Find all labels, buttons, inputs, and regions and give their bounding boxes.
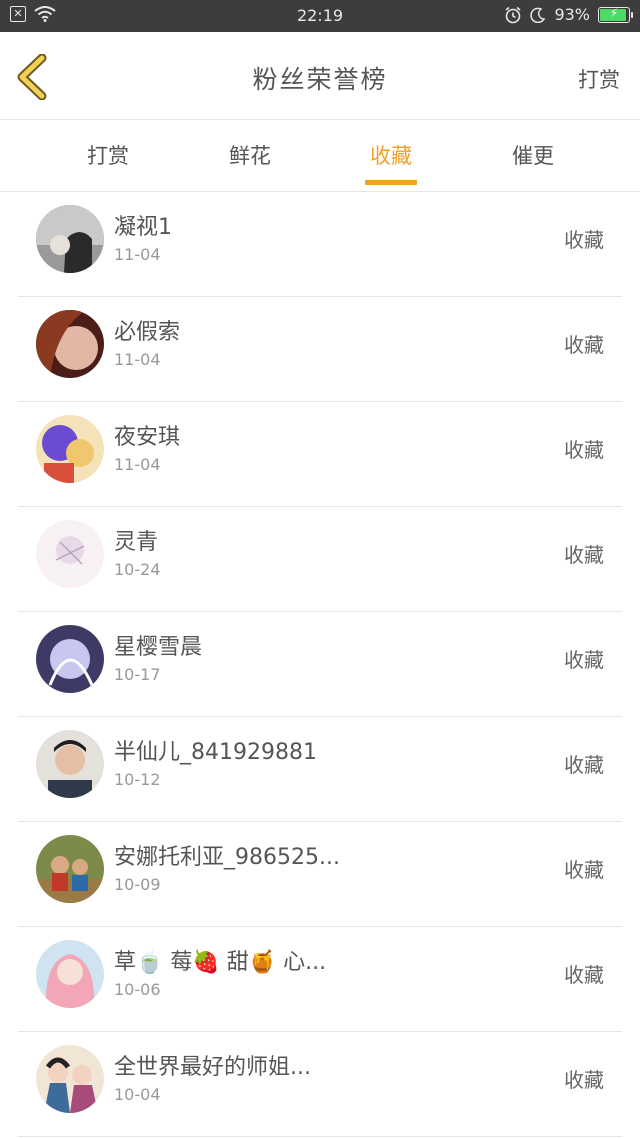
fan-tag: 收藏: [564, 228, 604, 252]
fan-name: 必假索: [114, 320, 181, 345]
battery-icon: ⚡: [598, 5, 633, 23]
list-item[interactable]: 必假索 11-04 收藏: [18, 297, 622, 402]
fan-date: 10-06: [114, 980, 161, 999]
list-item[interactable]: 全世界最好的师姐... 10-04 收藏: [18, 1032, 622, 1137]
list-item[interactable]: 凝视1 11-04 收藏: [18, 192, 622, 297]
list-item[interactable]: 安娜托利亚_986525... 10-09 收藏: [18, 822, 622, 927]
tab-favorites[interactable]: 收藏: [351, 140, 431, 170]
fan-name: 安娜托利亚_986525...: [114, 845, 340, 870]
fan-name: 夜安琪: [114, 425, 181, 450]
reward-button[interactable]: 打赏: [578, 64, 620, 94]
avatar: [36, 835, 104, 903]
page-title: 粉丝荣誉榜: [252, 65, 388, 94]
list-item[interactable]: 草🍵 莓🍓 甜🍯 心... 10-06 收藏: [18, 927, 622, 1032]
fan-date: 10-17: [114, 665, 161, 684]
tab-reward[interactable]: 打赏: [68, 140, 148, 170]
fan-tag: 收藏: [564, 648, 604, 672]
avatar: [36, 1045, 104, 1113]
moon-icon: [530, 7, 546, 23]
avatar: [36, 415, 104, 483]
tab-flowers[interactable]: 鲜花: [210, 140, 290, 170]
fan-tag: 收藏: [564, 1068, 604, 1092]
avatar: [36, 520, 104, 588]
tab-bar: 打赏 鲜花 收藏 催更: [0, 120, 640, 192]
fan-tag: 收藏: [564, 438, 604, 462]
fan-tag: 收藏: [564, 858, 604, 882]
fan-date: 10-12: [114, 770, 161, 789]
battery-percent: 93%: [554, 5, 590, 24]
list-item[interactable]: 星樱雪晨 10-17 收藏: [18, 612, 622, 717]
nav-header: 粉丝荣誉榜 打赏: [0, 32, 640, 120]
fan-tag: 收藏: [564, 963, 604, 987]
status-bar: ✕ 22:19 93% ⚡: [0, 0, 640, 32]
fan-tag: 收藏: [564, 753, 604, 777]
fan-date: 10-24: [114, 560, 161, 579]
fan-name: 半仙儿_841929881: [114, 740, 317, 765]
list-item[interactable]: 半仙儿_841929881 10-12 收藏: [18, 717, 622, 822]
fan-list: 凝视1 11-04 收藏 必假索 11-04 收藏 夜安琪 11-04 收藏 灵…: [0, 192, 640, 1137]
fan-tag: 收藏: [564, 333, 604, 357]
active-tab-indicator: [365, 180, 417, 185]
avatar: [36, 310, 104, 378]
fan-date: 10-09: [114, 875, 161, 894]
list-item[interactable]: 夜安琪 11-04 收藏: [18, 402, 622, 507]
fan-name: 全世界最好的师姐...: [114, 1055, 311, 1080]
charging-icon: ⚡: [609, 5, 619, 20]
fan-name: 灵青: [114, 530, 159, 555]
alarm-icon: [505, 6, 521, 23]
fan-name: 凝视1: [114, 215, 172, 240]
list-item[interactable]: 灵青 10-24 收藏: [18, 507, 622, 612]
fan-date: 11-04: [114, 350, 161, 369]
fan-name: 星樱雪晨: [114, 635, 203, 660]
fan-date: 10-04: [114, 1085, 161, 1104]
avatar: [36, 940, 104, 1008]
fan-name: 草🍵 莓🍓 甜🍯 心...: [114, 950, 327, 975]
avatar: [36, 730, 104, 798]
fan-tag: 收藏: [564, 543, 604, 567]
fan-date: 11-04: [114, 455, 161, 474]
tab-urge[interactable]: 催更: [493, 140, 573, 170]
avatar: [36, 205, 104, 273]
fan-date: 11-04: [114, 245, 161, 264]
avatar: [36, 625, 104, 693]
